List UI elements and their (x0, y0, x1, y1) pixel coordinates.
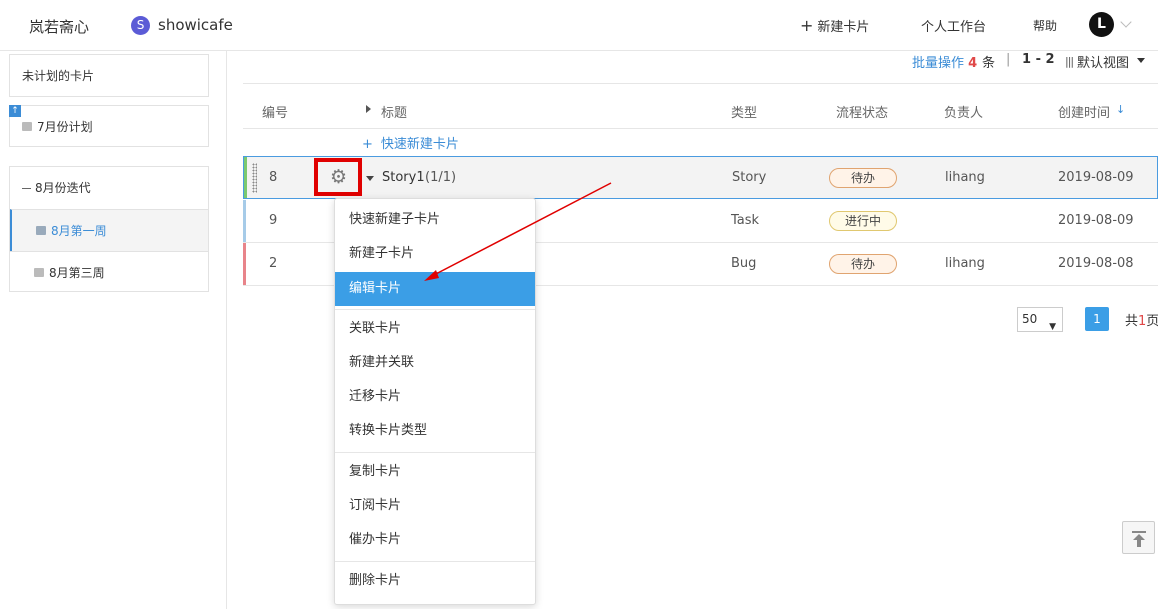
divider (243, 83, 1158, 84)
expand-all-icon[interactable] (366, 105, 371, 113)
sidebar-iteration-aug: 8月份迭代 8月第一周 8月第三周 (9, 166, 209, 292)
menu-item-convert-type[interactable]: 转换卡片类型 (335, 414, 535, 448)
sidebar-unplanned[interactable]: 未计划的卡片 (9, 54, 209, 97)
sidebar-item-unplanned[interactable]: 未计划的卡片 (10, 55, 208, 97)
row-assignee[interactable]: lihang (945, 256, 985, 271)
sort-desc-icon[interactable]: ↓ (1116, 103, 1125, 116)
row-type: Bug (731, 256, 757, 271)
help-link[interactable]: 帮助 (1033, 17, 1057, 34)
expand-children-icon[interactable] (366, 176, 374, 181)
menu-divider (335, 561, 535, 562)
avatar[interactable]: L (1089, 12, 1114, 37)
toolbar-separator: | (1006, 52, 1011, 67)
sidebar-item-label: 8月份迭代 (35, 181, 91, 195)
plus-icon: + (800, 16, 814, 35)
card-context-menu: 快速新建子卡片 新建子卡片 编辑卡片 关联卡片 新建并关联 迁移卡片 转换卡片类… (334, 198, 536, 605)
top-bar: 岚若斋心 S showicafe + 新建卡片 个人工作台 帮助 L (0, 0, 1158, 51)
sidebar-item-july-plan[interactable]: 7月份计划 (10, 106, 208, 148)
column-header-number[interactable]: 编号 (262, 102, 288, 121)
menu-item-urge-card[interactable]: 催办卡片 (335, 523, 535, 557)
folder-icon (36, 226, 46, 235)
folder-icon (34, 268, 44, 277)
menu-item-move-card[interactable]: 迁移卡片 (335, 380, 535, 414)
sidebar-plan-july[interactable]: ↑ 7月份计划 (9, 105, 209, 147)
org-name[interactable]: 岚若斋心 (29, 16, 89, 37)
menu-item-quick-new-child[interactable]: 快速新建子卡片 (335, 203, 535, 237)
row-type: Story (732, 170, 767, 185)
gear-icon[interactable]: ⚙ (330, 166, 347, 188)
menu-item-new-and-link[interactable]: 新建并关联 (335, 346, 535, 380)
project-logo-icon: S (131, 16, 150, 35)
sidebar-item-label: 7月份计划 (37, 120, 93, 134)
row-number: 2 (269, 256, 278, 271)
menu-item-copy-card[interactable]: 复制卡片 (335, 455, 535, 489)
page-size-select[interactable]: 50 ▼ (1017, 307, 1063, 332)
drag-handle-icon[interactable] (252, 163, 257, 193)
row-stripe (243, 200, 246, 242)
result-range: 1 - 2 (1022, 52, 1055, 67)
caret-down-icon[interactable] (1137, 58, 1145, 63)
batch-count: 4 (968, 56, 978, 71)
column-header-assignee[interactable]: 负责人 (944, 102, 983, 121)
column-header-status[interactable]: 流程状态 (836, 102, 888, 121)
caret-down-icon: ▼ (1049, 322, 1056, 332)
sidebar-item-label: 8月第三周 (49, 266, 105, 280)
row-child-count: (1/1) (425, 170, 457, 185)
row-number: 9 (269, 213, 278, 228)
page-number-button[interactable]: 1 (1085, 307, 1109, 331)
row-title[interactable]: Story1 (382, 170, 425, 185)
view-columns-icon: ||| (1065, 55, 1074, 68)
new-card-button[interactable]: + 新建卡片 (800, 16, 869, 35)
total-pages: 共1页 (1125, 310, 1158, 329)
menu-item-edit-card[interactable]: 编辑卡片 (335, 272, 535, 306)
status-badge[interactable]: 待办 (829, 168, 897, 188)
view-selector[interactable]: 默认视图 (1077, 52, 1129, 71)
row-created: 2019-08-09 (1058, 170, 1134, 185)
row-created: 2019-08-08 (1058, 256, 1134, 271)
column-header-created[interactable]: 创建时间 (1058, 102, 1110, 121)
project-name[interactable]: showicafe (158, 16, 233, 34)
batch-unit: 条 (982, 56, 996, 71)
new-card-label: 新建卡片 (817, 20, 870, 35)
plus-icon: + (362, 137, 373, 152)
row-number: 8 (269, 170, 278, 185)
total-suffix: 页 (1146, 314, 1158, 329)
row-type: Task (731, 213, 760, 228)
sidebar-item-label: 8月第一周 (51, 224, 107, 238)
batch-operation-link[interactable]: 批量操作 4 (912, 52, 977, 71)
table-row[interactable]: 8 Story1 (1/1) Story 待办 lihang 2019-08-0… (243, 156, 1158, 199)
sidebar-item-aug-week1[interactable]: 8月第一周 (10, 209, 208, 251)
sidebar-item-aug-week3[interactable]: 8月第三周 (10, 251, 208, 293)
sidebar-item-aug-iteration[interactable]: 8月份迭代 (10, 167, 208, 209)
row-created: 2019-08-09 (1058, 213, 1134, 228)
status-badge[interactable]: 进行中 (829, 211, 897, 231)
menu-item-new-child[interactable]: 新建子卡片 (335, 237, 535, 271)
quick-new-card-button[interactable]: + 快速新建卡片 (362, 133, 459, 152)
menu-divider (335, 309, 535, 310)
menu-item-link-card[interactable]: 关联卡片 (335, 312, 535, 346)
menu-divider (335, 452, 535, 453)
quick-new-label: 快速新建卡片 (380, 137, 459, 152)
status-badge[interactable]: 待办 (829, 254, 897, 274)
collapse-icon[interactable] (22, 188, 31, 189)
menu-item-subscribe-card[interactable]: 订阅卡片 (335, 489, 535, 523)
row-stripe (243, 243, 246, 285)
batch-label: 批量操作 (912, 56, 965, 71)
back-to-top-button[interactable] (1122, 521, 1155, 554)
sidebar-item-label: 未计划的卡片 (22, 69, 95, 83)
sidebar: 未计划的卡片 ↑ 7月份计划 8月份迭代 8月第一周 8月第三周 (0, 51, 227, 609)
column-header-type[interactable]: 类型 (731, 102, 757, 121)
chevron-down-icon[interactable] (1120, 16, 1132, 28)
row-assignee[interactable]: lihang (945, 170, 985, 185)
total-prefix: 共 (1125, 314, 1139, 329)
workbench-link[interactable]: 个人工作台 (921, 16, 986, 35)
menu-item-delete-card[interactable]: 删除卡片 (335, 564, 535, 598)
folder-icon (22, 122, 32, 131)
page-size-value: 50 (1022, 312, 1038, 326)
row-stripe (244, 157, 247, 198)
column-header-title[interactable]: 标题 (381, 102, 407, 121)
divider (243, 128, 1158, 129)
